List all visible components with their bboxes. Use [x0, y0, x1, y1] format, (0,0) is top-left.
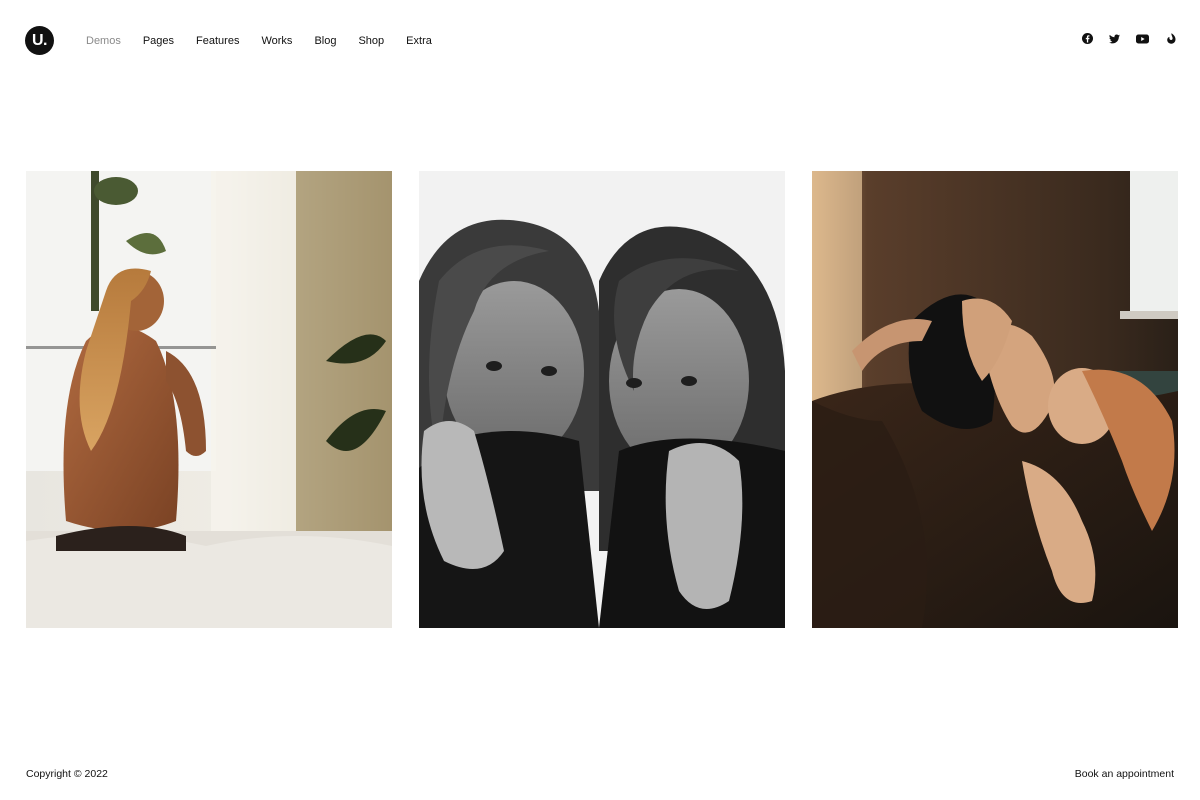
nav-item-extra[interactable]: Extra	[406, 33, 432, 49]
book-appointment-link[interactable]: Book an appointment	[1075, 768, 1174, 780]
woman-reclining-sofa-photo[interactable]	[812, 171, 1178, 628]
site-header: U. Demos Pages Features Works Blog Shop …	[0, 0, 1200, 82]
nav-item-features[interactable]: Features	[196, 33, 239, 49]
youtube-icon[interactable]	[1136, 33, 1149, 44]
site-footer: Copyright © 2022 Book an appointment	[0, 760, 1200, 790]
photo-gallery	[26, 171, 1178, 628]
main-nav: Demos Pages Features Works Blog Shop Ext…	[86, 33, 454, 49]
nav-item-works[interactable]: Works	[261, 33, 292, 49]
nav-item-shop[interactable]: Shop	[358, 33, 384, 49]
copyright-text: Copyright © 2022	[26, 768, 108, 780]
woman-by-window-photo[interactable]	[26, 171, 392, 628]
nav-item-demos[interactable]: Demos	[86, 33, 121, 49]
two-women-turtleneck-photo[interactable]	[419, 171, 785, 628]
nav-item-blog[interactable]: Blog	[314, 33, 336, 49]
vimeo-icon[interactable]	[1165, 33, 1176, 44]
social-links	[1082, 33, 1176, 44]
logo[interactable]: U.	[25, 26, 54, 55]
facebook-icon[interactable]	[1082, 33, 1093, 44]
nav-item-pages[interactable]: Pages	[143, 33, 174, 49]
twitter-icon[interactable]	[1109, 33, 1120, 44]
